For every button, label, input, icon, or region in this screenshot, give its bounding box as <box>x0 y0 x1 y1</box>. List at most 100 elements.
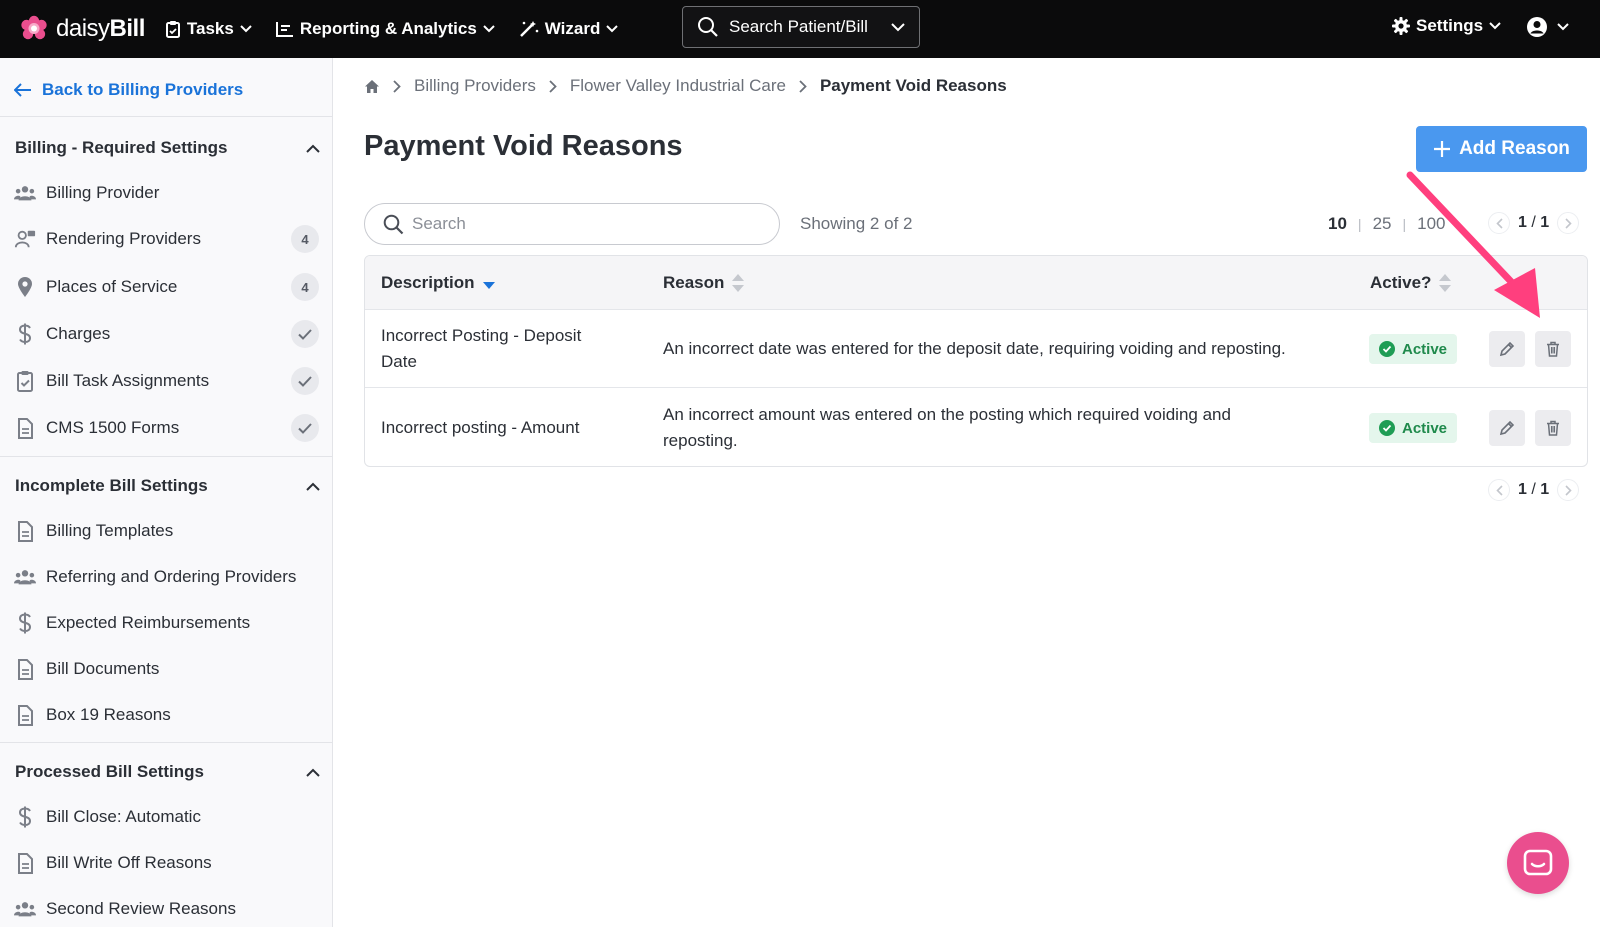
magic-wand-icon <box>519 20 539 38</box>
column-header-description[interactable]: Description <box>381 273 495 293</box>
table-search[interactable] <box>364 203 780 245</box>
sidebar-item-charges[interactable]: Charges <box>14 319 319 349</box>
section-title: Billing - Required Settings <box>15 138 228 157</box>
search-input[interactable] <box>412 214 752 234</box>
next-page-button[interactable] <box>1557 479 1580 501</box>
section-processed-bill-settings[interactable]: Processed Bill Settings <box>15 762 320 782</box>
breadcrumb-billing-providers[interactable]: Billing Providers <box>414 76 536 96</box>
chat-launcher-button[interactable] <box>1507 832 1569 894</box>
section-billing-required-settings[interactable]: Billing - Required Settings <box>15 138 320 158</box>
chevron-down-icon <box>240 25 252 33</box>
divider <box>0 742 332 743</box>
nav-settings[interactable]: Settings <box>1392 16 1501 36</box>
sidebar-item-second-review-reasons[interactable]: Second Review Reasons <box>14 894 319 924</box>
sidebar-item-expected-reimbursements[interactable]: Expected Reimbursements <box>14 608 319 638</box>
user-menu[interactable] <box>1526 16 1569 38</box>
chevron-right-icon <box>799 79 807 93</box>
back-link-label: Back to Billing Providers <box>42 80 244 99</box>
sidebar-item-referring-ordering-providers[interactable]: Referring and Ordering Providers <box>14 562 319 592</box>
nav-wizard-label: Wizard <box>544 19 601 38</box>
sidebar-item-places-of-service[interactable]: Places of Service 4 <box>14 272 319 302</box>
sort-desc-icon <box>482 282 495 290</box>
nav-reporting[interactable]: Reporting & Analytics <box>275 19 495 39</box>
add-reason-label: Add Reason <box>1459 138 1570 159</box>
divider <box>0 456 332 457</box>
sort-icon <box>1439 274 1452 292</box>
reason-cell: An incorrect amount was entered on the p… <box>663 402 1353 454</box>
next-page-button[interactable] <box>1557 212 1580 234</box>
sidebar-item-cms-1500-forms[interactable]: CMS 1500 Forms <box>14 413 319 443</box>
edit-button[interactable] <box>1489 331 1525 367</box>
sidebar-item-label: Bill Task Assignments <box>46 371 210 390</box>
sidebar-item-rendering-providers[interactable]: Rendering Providers 4 <box>14 224 319 254</box>
description-cell: Incorrect posting - Amount <box>381 415 641 441</box>
search-patient-bill[interactable]: Search Patient/Bill <box>682 6 920 48</box>
page-indicator: 1 / 1 <box>1518 481 1550 498</box>
prev-page-button[interactable] <box>1488 212 1510 234</box>
chevron-up-icon <box>306 482 320 491</box>
nav-tasks[interactable]: Tasks <box>165 19 252 39</box>
sidebar-item-bill-close-automatic[interactable]: Bill Close: Automatic <box>14 802 319 832</box>
column-header-reason[interactable]: Reason <box>663 273 745 293</box>
delete-button[interactable] <box>1535 331 1571 367</box>
pencil-icon <box>1499 420 1515 436</box>
check-icon <box>291 320 319 348</box>
sidebar-item-label: CMS 1500 Forms <box>46 418 180 437</box>
chevron-right-icon <box>549 79 557 93</box>
pagination-top: 1 / 1 <box>1488 212 1580 234</box>
users-icon <box>14 568 36 586</box>
sidebar-item-bill-task-assignments[interactable]: Bill Task Assignments <box>14 366 319 396</box>
add-reason-button[interactable]: Add Reason <box>1416 126 1587 172</box>
prev-page-button[interactable] <box>1488 479 1510 501</box>
dollar-icon <box>14 612 36 634</box>
home-icon[interactable] <box>364 79 380 94</box>
chevron-right-icon <box>393 79 401 93</box>
sidebar-item-box-19-reasons[interactable]: Box 19 Reasons <box>14 700 319 730</box>
sidebar-item-bill-write-off-reasons[interactable]: Bill Write Off Reasons <box>14 848 319 878</box>
page-current: 1 <box>1518 481 1527 498</box>
sidebar-item-bill-documents[interactable]: Bill Documents <box>14 654 319 684</box>
nav-wizard[interactable]: Wizard <box>519 19 619 39</box>
sidebar-item-billing-provider[interactable]: Billing Provider <box>14 178 319 208</box>
reason-cell: An incorrect date was entered for the de… <box>663 336 1353 362</box>
nav-tasks-label: Tasks <box>186 19 234 38</box>
per-page-25[interactable]: 25 <box>1373 214 1392 234</box>
chevron-up-icon <box>306 144 320 153</box>
status-label: Active <box>1402 340 1448 358</box>
brand-name: daisyBill <box>56 15 145 42</box>
search-icon <box>383 214 404 235</box>
sidebar-item-label: Expected Reimbursements <box>46 613 251 632</box>
page-indicator: 1 / 1 <box>1518 214 1550 231</box>
per-page-10[interactable]: 10 <box>1328 214 1347 234</box>
column-header-active[interactable]: Active? <box>1370 273 1452 293</box>
user-avatar-icon <box>1526 16 1548 38</box>
sidebar-item-label: Referring and Ordering Providers <box>46 567 297 586</box>
sidebar-item-label: Billing Templates <box>46 521 174 540</box>
breadcrumb-flower-valley[interactable]: Flower Valley Industrial Care <box>570 76 786 96</box>
per-page-100[interactable]: 100 <box>1417 214 1445 234</box>
users-icon <box>14 184 36 202</box>
search-icon <box>697 16 719 38</box>
sidebar-item-label: Bill Write Off Reasons <box>46 853 212 872</box>
report-icon <box>275 21 294 37</box>
description-line: Date <box>381 352 417 371</box>
section-title: Processed Bill Settings <box>15 762 204 781</box>
divider: | <box>1402 216 1407 232</box>
brand-logo[interactable]: daisyBill <box>20 15 145 43</box>
edit-button[interactable] <box>1489 410 1525 446</box>
chevron-down-icon <box>606 25 619 33</box>
gear-icon <box>1392 17 1410 35</box>
chevron-up-icon <box>306 768 320 777</box>
check-circle-icon <box>1379 420 1395 436</box>
reasons-table: Description Reason Active? Incorrect Pos… <box>364 255 1588 467</box>
sidebar-item-billing-templates[interactable]: Billing Templates <box>14 516 319 546</box>
sidebar-item-label: Bill Close: Automatic <box>46 807 201 826</box>
page-title: Payment Void Reasons <box>364 130 683 162</box>
delete-button[interactable] <box>1535 410 1571 446</box>
breadcrumb: Billing Providers Flower Valley Industri… <box>364 76 1007 96</box>
arrow-left-icon <box>14 83 32 97</box>
divider: | <box>1357 216 1362 232</box>
clipboard-check-icon <box>14 370 36 392</box>
section-incomplete-bill-settings[interactable]: Incomplete Bill Settings <box>15 476 320 496</box>
back-to-billing-providers-link[interactable]: Back to Billing Providers <box>14 80 243 100</box>
